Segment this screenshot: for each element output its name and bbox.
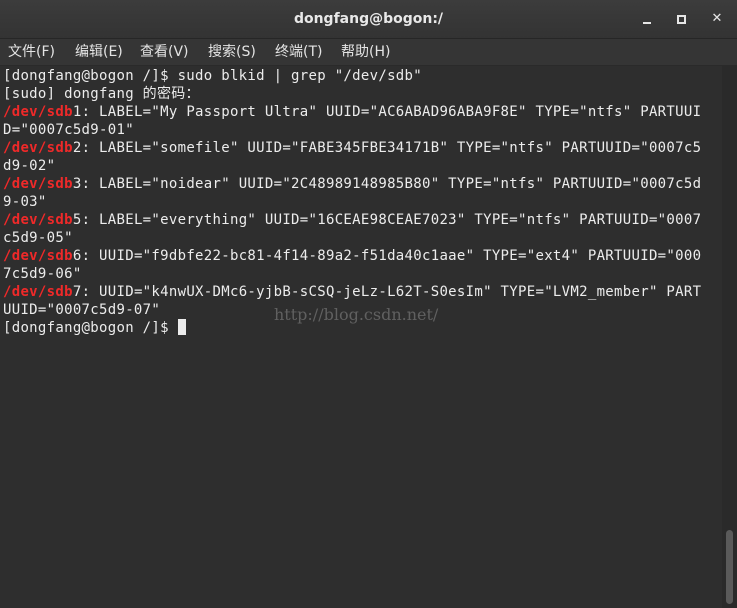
menu-file[interactable]: 文件(F): [8, 39, 55, 65]
line-text: 6: UUID="f9dbfe22-bc81-4f14-89a2-f51da40…: [72, 248, 702, 264]
device-path: /dev/sdb: [3, 212, 73, 228]
line-text: [dongfang@bogon /]$ sudo blkid | grep "/…: [3, 68, 422, 84]
title-bar[interactable]: dongfang@bogon:/ ✕: [0, 0, 737, 39]
menu-help[interactable]: 帮助(H): [341, 39, 390, 65]
terminal-line: UUID="0007c5d9-07": [3, 301, 160, 319]
terminal-line: /dev/sdb7: UUID="k4nwUX-DMc6-yjbB-sCSQ-j…: [3, 283, 701, 301]
line-text: c5d9-05": [3, 230, 73, 246]
terminal-line: 9-03": [3, 193, 47, 211]
menu-view[interactable]: 查看(V): [140, 39, 189, 65]
scrollbar-thumb[interactable]: [726, 530, 733, 604]
terminal-line: D="0007c5d9-01": [3, 121, 134, 139]
terminal-line: d9-02": [3, 157, 55, 175]
maximize-button[interactable]: [671, 9, 691, 29]
line-text: 2: LABEL="somefile" UUID="FABE345FBE3417…: [72, 140, 702, 156]
line-text: [dongfang@bogon /]$: [3, 320, 178, 336]
line-text: 3: LABEL="noidear" UUID="2C48989148985B8…: [72, 176, 702, 192]
scrollbar[interactable]: [722, 66, 737, 608]
window-title: dongfang@bogon:/: [293, 11, 444, 27]
line-text: UUID="0007c5d9-07": [3, 302, 161, 318]
line-text: [sudo] dongfang 的密码：: [3, 86, 200, 102]
menu-search[interactable]: 搜索(S): [208, 39, 256, 65]
minimize-icon: [643, 22, 651, 24]
minimize-button[interactable]: [637, 9, 657, 29]
line-text: 7: UUID="k4nwUX-DMc6-yjbB-sCSQ-jeLz-L62T…: [72, 284, 702, 300]
terminal-prompt: [dongfang@bogon /]$: [3, 319, 186, 337]
menu-edit[interactable]: 编辑(E): [75, 39, 123, 65]
terminal-line: /dev/sdb5: LABEL="everything" UUID="16CE…: [3, 211, 701, 229]
menu-terminal[interactable]: 终端(T): [275, 39, 322, 65]
terminal-output[interactable]: [dongfang@bogon /]$ sudo blkid | grep "/…: [0, 66, 722, 608]
terminal-line: 7c5d9-06": [3, 265, 82, 283]
device-path: /dev/sdb: [3, 284, 73, 300]
terminal-line: /dev/sdb3: LABEL="noidear" UUID="2C48989…: [3, 175, 701, 193]
terminal-line: [sudo] dongfang 的密码：: [3, 85, 200, 103]
terminal-line: /dev/sdb6: UUID="f9dbfe22-bc81-4f14-89a2…: [3, 247, 701, 265]
line-text: D="0007c5d9-01": [3, 122, 134, 138]
terminal-line: [dongfang@bogon /]$ sudo blkid | grep "/…: [3, 67, 422, 85]
line-text: 9-03": [3, 194, 47, 210]
line-text: 7c5d9-06": [3, 266, 82, 282]
close-button[interactable]: ✕: [707, 9, 727, 29]
close-icon: ✕: [711, 11, 723, 26]
line-text: 1: LABEL="My Passport Ultra" UUID="AC6AB…: [72, 104, 702, 120]
text-cursor: [177, 319, 186, 335]
line-text: d9-02": [3, 158, 56, 174]
terminal-window: dongfang@bogon:/ ✕ 文件(F) 编辑(E) 查看(V) 搜索(…: [0, 0, 737, 608]
terminal-line: /dev/sdb1: LABEL="My Passport Ultra" UUI…: [3, 103, 701, 121]
device-path: /dev/sdb: [3, 176, 73, 192]
terminal-line: c5d9-05": [3, 229, 73, 247]
maximize-icon: [677, 15, 686, 24]
line-text: 5: LABEL="everything" UUID="16CEAE98CEAE…: [72, 212, 702, 228]
terminal-line: /dev/sdb2: LABEL="somefile" UUID="FABE34…: [3, 139, 701, 157]
device-path: /dev/sdb: [3, 140, 73, 156]
device-path: /dev/sdb: [3, 104, 73, 120]
menu-bar: 文件(F) 编辑(E) 查看(V) 搜索(S) 终端(T) 帮助(H): [0, 39, 737, 66]
watermark: http://blog.csdn.net/: [274, 305, 439, 324]
device-path: /dev/sdb: [3, 248, 73, 264]
